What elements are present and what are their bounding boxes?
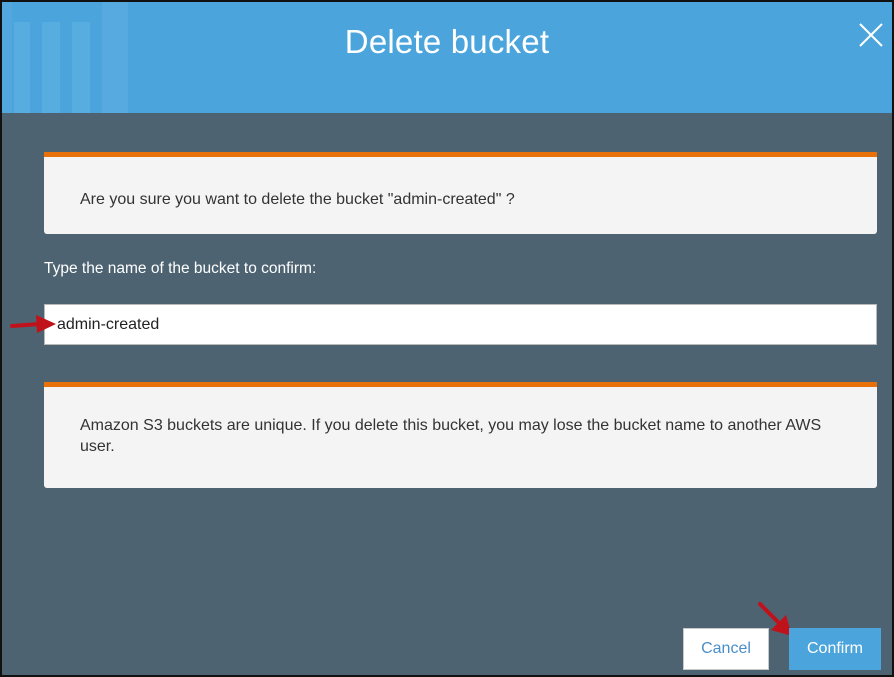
cancel-button[interactable]: Cancel (683, 628, 769, 670)
red-arrow-icon (10, 315, 56, 333)
warning-notice-text: Are you sure you want to delete the buck… (80, 191, 515, 208)
dialog-header: Delete bucket (2, 2, 892, 113)
info-notice: Amazon S3 buckets are unique. If you del… (44, 382, 877, 488)
confirm-button[interactable]: Confirm (789, 628, 881, 670)
info-notice-text: Amazon S3 buckets are unique. If you del… (80, 417, 822, 455)
delete-bucket-dialog: Delete bucket Are you sure you want to d… (0, 0, 894, 677)
confirm-field-label: Type the name of the bucket to confirm: (44, 260, 317, 277)
dialog-title: Delete bucket (344, 23, 550, 60)
bucket-name-input[interactable] (44, 304, 877, 345)
close-icon[interactable] (856, 20, 886, 50)
warning-notice: Are you sure you want to delete the buck… (44, 152, 877, 234)
